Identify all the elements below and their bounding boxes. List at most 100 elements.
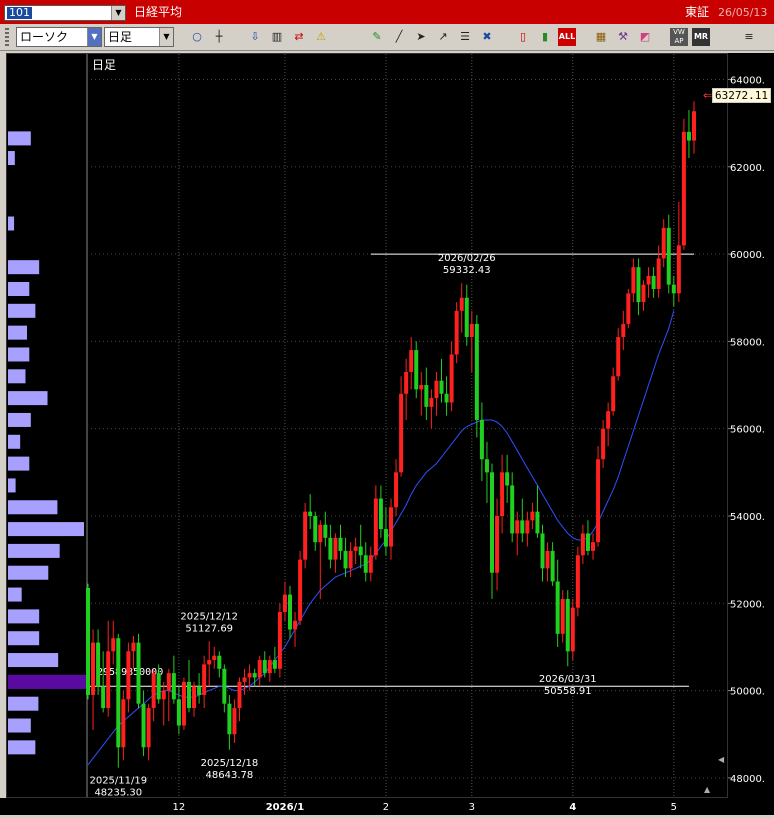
compare-icon[interactable]: ⇄ <box>290 28 308 46</box>
volume-profile-bar <box>8 653 59 668</box>
candle-body <box>116 638 121 748</box>
color-icon-glyph[interactable]: ◩ <box>636 28 654 46</box>
x-tick-label: 5 <box>671 802 677 813</box>
zoom-icon[interactable]: ○ <box>188 28 206 46</box>
pattern-icon-glyph[interactable]: ▦ <box>592 28 610 46</box>
bar-mode-icon-glyph[interactable]: ▥ <box>268 28 286 46</box>
candle-body <box>247 673 252 678</box>
download-icon[interactable]: ⇩ <box>246 28 264 46</box>
chevron-down-icon[interactable]: ▼ <box>87 28 101 46</box>
candle-body <box>676 245 681 294</box>
candle-body <box>363 555 368 573</box>
candle-body <box>490 472 494 573</box>
candle-body <box>101 686 106 709</box>
color-icon[interactable]: ◩ <box>636 28 654 46</box>
arrow-icon-glyph[interactable]: ↗ <box>434 28 452 46</box>
candle-body <box>237 681 242 709</box>
candle-body <box>474 323 479 420</box>
y-tick-label: 52000. <box>730 599 765 610</box>
crosshair-icon[interactable]: ┼ <box>210 28 228 46</box>
candle-body <box>126 651 131 700</box>
all-label[interactable]: ALL <box>558 28 576 46</box>
candle-red-icon[interactable]: ▯ <box>514 28 532 46</box>
code-value[interactable]: 101 <box>7 7 32 19</box>
y-tick-label: 50000. <box>730 687 765 698</box>
candle-body <box>187 681 191 709</box>
arrow-up-icon[interactable]: ▲ <box>704 785 710 794</box>
candle-red-icon-glyph[interactable]: ▯ <box>514 28 532 46</box>
candle-body <box>338 537 343 551</box>
period-value[interactable]: 日足 <box>108 30 132 44</box>
candle-body <box>373 498 378 556</box>
candle-body <box>277 612 282 669</box>
annotation-value: 48235.30 <box>94 788 142 797</box>
vwap-icon[interactable]: VW AP <box>670 28 688 46</box>
toolbar-grip-icon[interactable] <box>5 28 9 46</box>
list-icon[interactable]: ☰ <box>456 28 474 46</box>
candle-body <box>298 559 303 621</box>
tools-icon[interactable]: ⚒ <box>614 28 632 46</box>
all-icon[interactable]: ALL <box>558 28 576 46</box>
code-select[interactable]: 101 ▼ <box>4 5 126 21</box>
pattern-icon[interactable]: ▦ <box>592 28 610 46</box>
candle-body <box>626 293 631 324</box>
volume-profile-bar <box>8 740 36 755</box>
tools-icon-glyph[interactable]: ⚒ <box>614 28 632 46</box>
alert-icon-glyph[interactable]: ⚠ <box>312 28 330 46</box>
mr-label[interactable]: MR <box>692 28 710 46</box>
volume-profile-bar <box>8 391 48 406</box>
chart-type-select[interactable]: ローソク ▼ <box>16 27 102 47</box>
pen-icon[interactable]: ✎ <box>368 28 386 46</box>
compare-icon-glyph[interactable]: ⇄ <box>290 28 308 46</box>
y-tick-label: 54000. <box>730 512 765 523</box>
trash-icon[interactable]: ✖ <box>478 28 496 46</box>
candle-body <box>641 284 646 303</box>
price-axis-svg: 64000. 62000. 60000. 58000. 56000. 54000. 5200… <box>728 75 765 785</box>
mr-icon[interactable]: MR <box>692 28 710 46</box>
vwap-label[interactable]: VW AP <box>670 28 688 46</box>
annotation-value: 51127.69 <box>185 623 233 634</box>
zoom-icon-glyph[interactable]: ○ <box>188 28 206 46</box>
pen-icon-glyph[interactable]: ✎ <box>368 28 386 46</box>
arrow-right-icon[interactable]: ◀ <box>718 755 724 764</box>
pointer-icon-glyph[interactable]: ➤ <box>412 28 430 46</box>
pointer-icon[interactable]: ➤ <box>412 28 430 46</box>
arrow-icon[interactable]: ↗ <box>434 28 452 46</box>
volume-profile-bar <box>8 131 31 146</box>
settings-icon[interactable]: ≡ <box>740 28 758 46</box>
chart-area[interactable]: 295898500002025/11/1948235.302025/12/125… <box>6 53 728 799</box>
candle-body <box>550 550 555 582</box>
index-name: 日経平均 <box>134 5 183 19</box>
candle-green-icon[interactable]: ▮ <box>536 28 554 46</box>
title-bar: 101 ▼ 日経平均 東証 26/05/13 <box>0 0 774 24</box>
candle-body <box>530 511 535 521</box>
candle-body <box>242 677 247 682</box>
draw-line-icon[interactable]: ╱ <box>390 28 408 46</box>
candle-body <box>353 546 358 551</box>
candle-body <box>303 511 308 560</box>
x-tick-label: 3 <box>469 802 475 813</box>
bar-mode-icon[interactable]: ▥ <box>268 28 286 46</box>
candle-body <box>495 515 500 573</box>
period-select[interactable]: 日足 ▼ <box>104 27 174 47</box>
candle-green-icon-glyph[interactable]: ▮ <box>536 28 554 46</box>
y-tick-label: 62000. <box>730 163 765 174</box>
candle-body <box>156 673 161 700</box>
candle-body <box>202 664 207 695</box>
alert-icon[interactable]: ⚠ <box>312 28 330 46</box>
draw-line-icon-glyph[interactable]: ╱ <box>390 28 408 46</box>
candle-body <box>601 428 606 460</box>
download-icon-glyph[interactable]: ⇩ <box>246 28 264 46</box>
trash-icon-glyph[interactable]: ✖ <box>478 28 496 46</box>
candle-body <box>565 598 570 652</box>
chart-type-value[interactable]: ローソク <box>20 30 69 44</box>
candlestick-chart[interactable]: 295898500002025/11/1948235.302025/12/125… <box>7 54 727 799</box>
chevron-down-icon[interactable]: ▼ <box>111 6 125 20</box>
settings-icon-glyph[interactable]: ≡ <box>740 28 758 46</box>
chevron-down-icon[interactable]: ▼ <box>159 28 173 46</box>
volume-profile-bar <box>8 325 27 340</box>
candle-body <box>621 323 626 338</box>
crosshair-icon-glyph[interactable]: ┼ <box>210 28 228 46</box>
y-tick-label: 64000. <box>730 75 765 86</box>
list-icon-glyph[interactable]: ☰ <box>456 28 474 46</box>
